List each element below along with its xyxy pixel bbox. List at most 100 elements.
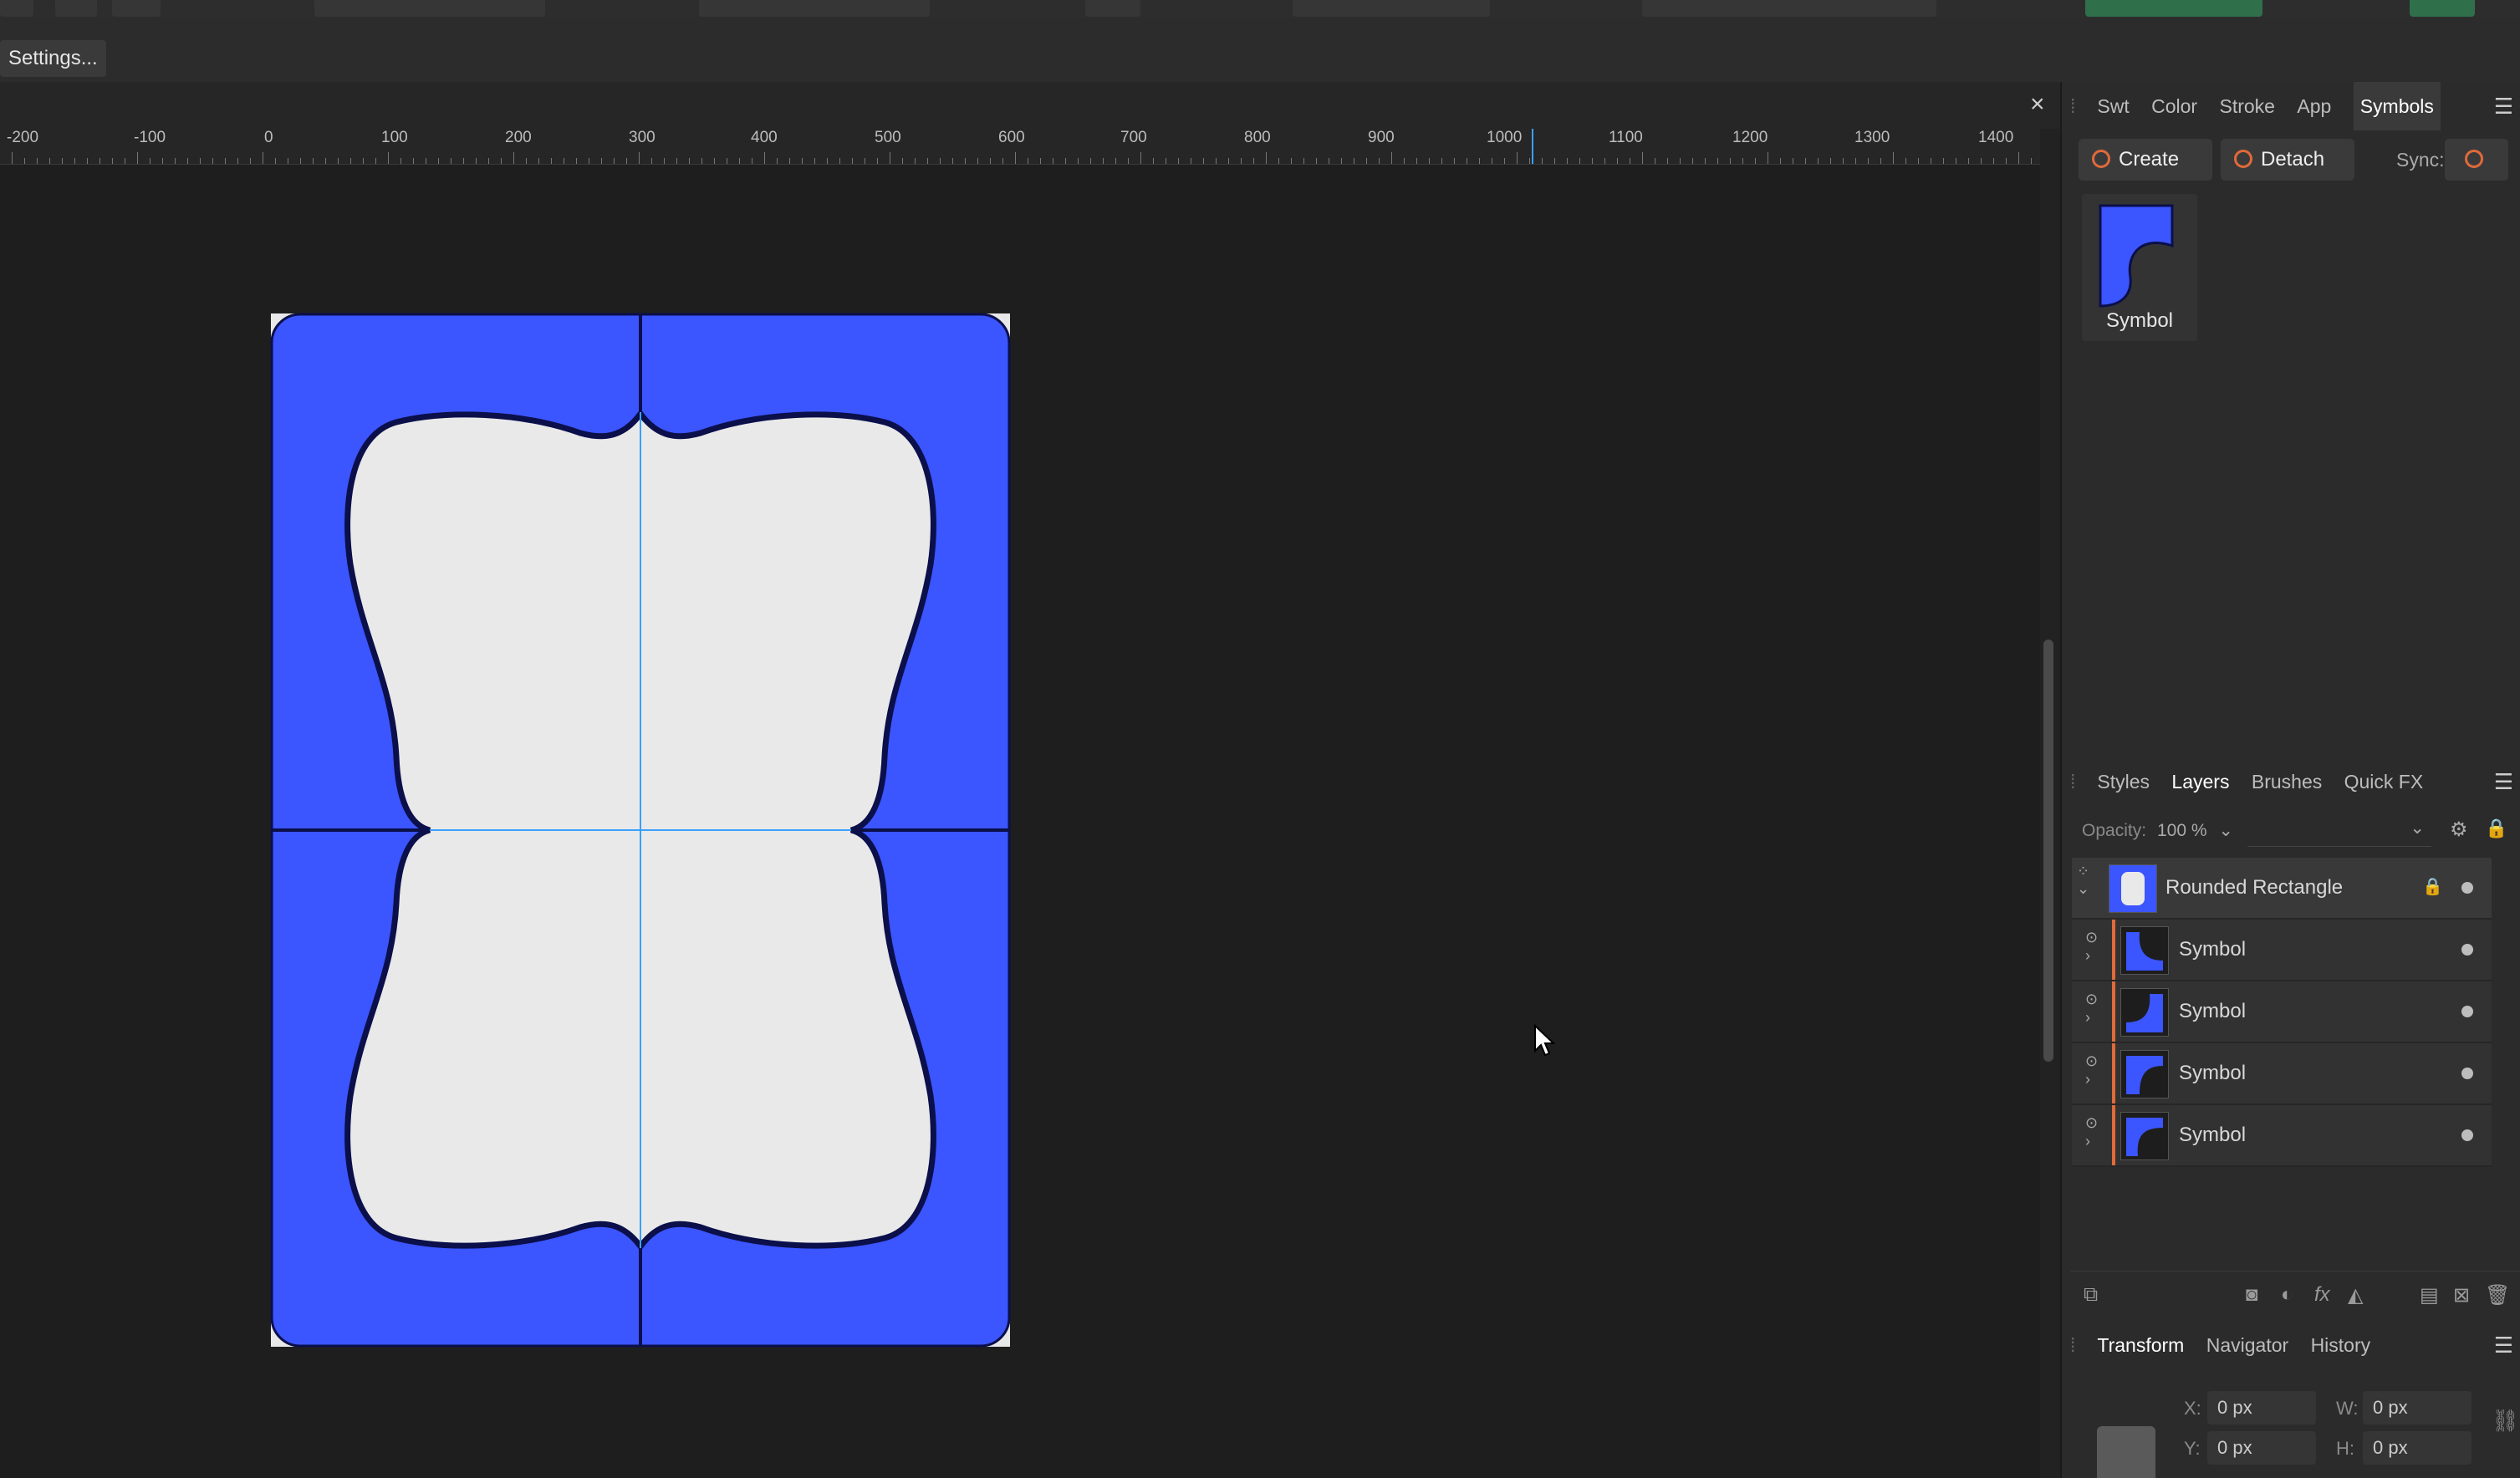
tab-styles[interactable]: Styles xyxy=(2097,757,2150,806)
ruler-tick xyxy=(87,158,88,164)
tab-brushes[interactable]: Brushes xyxy=(2252,757,2322,806)
ruler-label: 400 xyxy=(751,129,778,146)
layer-row-symbol[interactable]: ⊙ › Symbol xyxy=(2072,1105,2492,1167)
ruler-tick xyxy=(1692,158,1693,164)
sync-toggle-button[interactable] xyxy=(2445,139,2508,181)
symbol-tile[interactable]: Symbol xyxy=(2082,194,2197,341)
transform-panel-tabs: ⁞ Transform Navigator History ☰ xyxy=(2070,1321,2520,1369)
visibility-dot[interactable] xyxy=(2461,944,2473,956)
mask-icon[interactable]: ◙ xyxy=(2246,1283,2258,1307)
ruler-tick xyxy=(1893,152,1894,164)
tab-history[interactable]: History xyxy=(2311,1321,2371,1369)
ruler-tick xyxy=(313,158,314,164)
layer-lock-icon[interactable]: 🔒 xyxy=(2422,876,2443,897)
layer-row-symbol[interactable]: ⊙ › Symbol xyxy=(2072,981,2492,1043)
panel-menu-icon[interactable]: ☰ xyxy=(2494,1321,2513,1369)
close-document-icon[interactable]: × xyxy=(2030,90,2045,119)
toolbar-button-1[interactable] xyxy=(0,0,33,17)
tab-symbols[interactable]: Symbols xyxy=(2353,82,2441,130)
live-filter-icon[interactable]: ◭ xyxy=(2348,1283,2363,1307)
panel-menu-icon[interactable]: ☰ xyxy=(2494,82,2513,130)
lock-icon[interactable]: 🔒 xyxy=(2485,818,2507,839)
layer-controls-icon[interactable]: ⊙ › xyxy=(2085,928,2098,965)
visibility-dot[interactable] xyxy=(2461,1006,2473,1017)
layer-row-symbol[interactable]: ⊙ › Symbol xyxy=(2072,920,2492,981)
visibility-dot[interactable] xyxy=(2461,1129,2473,1141)
tab-color[interactable]: Color xyxy=(2151,82,2197,130)
ruler-tick xyxy=(488,158,489,164)
tab-layers[interactable]: Layers xyxy=(2171,757,2229,806)
ruler-tick xyxy=(350,158,351,164)
w-field[interactable]: 0 px xyxy=(2363,1391,2472,1424)
tab-appearance[interactable]: App xyxy=(2297,82,2331,130)
x-field[interactable]: 0 px xyxy=(2207,1391,2316,1424)
add-layer-icon[interactable]: ▤ xyxy=(2420,1283,2439,1307)
ruler-label: 1200 xyxy=(1732,129,1768,146)
ruler-tick xyxy=(1278,158,1279,164)
tab-quick-fx[interactable]: Quick FX xyxy=(2344,757,2424,806)
ruler-tick xyxy=(814,158,815,164)
ruler-tick xyxy=(2006,158,2007,164)
settings-button[interactable]: Settings... xyxy=(0,40,106,77)
blend-mode-dropdown[interactable]: ⌄ xyxy=(2247,816,2431,847)
visibility-dot[interactable] xyxy=(2461,882,2473,894)
ruler-tick xyxy=(1868,158,1869,164)
toolbar-button-2[interactable] xyxy=(55,0,97,17)
panel-grip-icon[interactable]: ⁞ xyxy=(2070,1321,2080,1369)
layer-controls-icon[interactable]: ⊙ › xyxy=(2085,1114,2098,1150)
ruler-tick xyxy=(413,158,414,164)
adjustment-icon[interactable]: ◐ xyxy=(2281,1283,2293,1307)
canvas[interactable] xyxy=(0,165,2040,1478)
toolbar-button-3[interactable] xyxy=(112,0,161,17)
toolbar-button-mode[interactable] xyxy=(1293,0,1490,17)
h-field[interactable]: 0 px xyxy=(2363,1431,2472,1465)
layer-row-rounded-rectangle[interactable]: ⁘ ⌄ Rounded Rectangle 🔒 xyxy=(2072,858,2492,920)
gear-icon[interactable]: ⚙ xyxy=(2450,818,2468,842)
ruler-tick xyxy=(1529,158,1530,164)
y-field[interactable]: 0 px xyxy=(2207,1431,2316,1465)
undo-redo-group[interactable] xyxy=(314,0,545,17)
visibility-dot[interactable] xyxy=(2461,1068,2473,1079)
create-symbol-button[interactable]: Create xyxy=(2079,139,2212,181)
create-label: Create xyxy=(2119,148,2180,171)
trash-icon[interactable]: 🗑 xyxy=(2485,1283,2510,1307)
panel-grip-icon[interactable]: ⁞ xyxy=(2070,82,2080,130)
tab-transform[interactable]: Transform xyxy=(2097,1321,2184,1369)
artwork[interactable] xyxy=(270,313,1011,1348)
ruler-tick xyxy=(952,158,953,164)
tab-swatches[interactable]: Swt xyxy=(2097,82,2129,130)
ruler-tick xyxy=(37,158,38,164)
toolbar-button-last[interactable] xyxy=(2410,0,2475,17)
toolbar-button-snap[interactable] xyxy=(1085,0,1140,17)
ruler-tick xyxy=(300,158,301,164)
horizontal-ruler: -200 -100 0 100 200 300 400 500 600 700 … xyxy=(0,129,2060,165)
panel-menu-icon[interactable]: ☰ xyxy=(2494,757,2513,806)
add-pixel-layer-icon[interactable]: ⊠ xyxy=(2453,1283,2470,1307)
anchor-point-selector-icon[interactable] xyxy=(2097,1426,2155,1478)
boolean-group[interactable] xyxy=(1642,0,1936,17)
ruler-tick xyxy=(1818,158,1819,164)
layer-controls-icon[interactable]: ⊙ › xyxy=(2085,1052,2098,1088)
panel-grip-icon[interactable]: ⁞ xyxy=(2070,757,2080,806)
expand-children-icon[interactable]: ⁘ ⌄ xyxy=(2077,863,2089,898)
opacity-dropdown[interactable]: 100 % ⌄ xyxy=(2157,816,2244,846)
ruler-tick xyxy=(175,158,176,164)
arrange-icon[interactable]: ⧉ xyxy=(2084,1283,2098,1307)
link-aspect-icon[interactable]: ⛓ xyxy=(2492,1408,2519,1434)
fx-icon[interactable]: fx xyxy=(2314,1283,2330,1307)
ruler-tick xyxy=(676,158,677,164)
symbol-name: Symbol xyxy=(2105,309,2174,332)
tab-stroke[interactable]: Stroke xyxy=(2219,82,2274,130)
ruler-tick xyxy=(1103,158,1104,164)
ruler-tick xyxy=(237,158,238,164)
ruler-label: 1000 xyxy=(1487,129,1523,146)
vertical-scrollbar-thumb[interactable] xyxy=(2043,640,2053,1062)
persona-group[interactable] xyxy=(2085,0,2262,17)
tab-navigator[interactable]: Navigator xyxy=(2206,1321,2288,1369)
ruler-tick xyxy=(877,158,878,164)
align-group[interactable] xyxy=(699,0,930,17)
ruler-tick xyxy=(764,152,765,164)
detach-symbol-button[interactable]: Detach xyxy=(2221,139,2354,181)
layer-controls-icon[interactable]: ⊙ › xyxy=(2085,990,2098,1027)
layer-row-symbol[interactable]: ⊙ › Symbol xyxy=(2072,1043,2492,1105)
